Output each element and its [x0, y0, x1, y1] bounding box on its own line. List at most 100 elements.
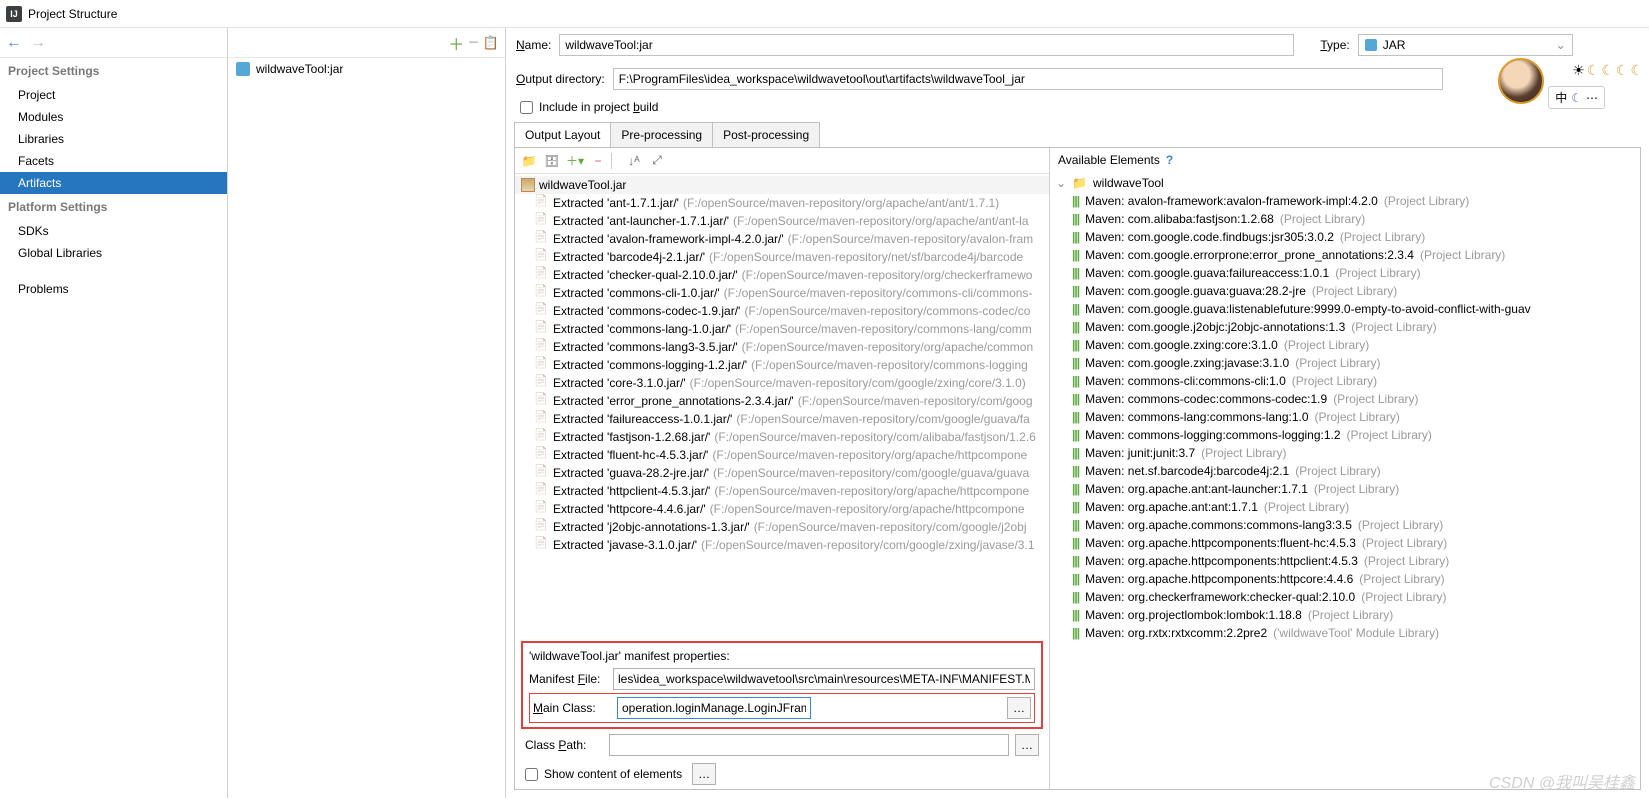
name-input[interactable] — [559, 34, 1294, 56]
available-tree-row[interactable]: Maven: org.apache.httpcomponents:httpcor… — [1050, 570, 1640, 588]
help-icon[interactable]: ? — [1166, 153, 1173, 167]
extracted-icon — [535, 232, 549, 246]
available-tree-row[interactable]: Maven: commons-codec:commons-codec:1.9 (… — [1050, 390, 1640, 408]
layout-item-path: (F:/openSource/maven-repository/org/apac… — [742, 340, 1033, 354]
available-tree-row[interactable]: Maven: com.google.errorprone:error_prone… — [1050, 246, 1640, 264]
moon-icon: ☾ — [1616, 62, 1629, 79]
outdir-input[interactable] — [613, 68, 1443, 90]
sidebar-item-sdks[interactable]: SDKs — [0, 220, 227, 242]
output-layout-tree[interactable]: wildwaveTool.jar Extracted 'ant-1.7.1.ja… — [515, 174, 1049, 639]
sidebar-item-global-libraries[interactable]: Global Libraries — [0, 242, 227, 264]
remove-icon[interactable]: − — [588, 151, 608, 171]
available-tree-row[interactable]: Maven: junit:junit:3.7 (Project Library) — [1050, 444, 1640, 462]
available-tree-row[interactable]: Maven: com.google.zxing:core:3.1.0 (Proj… — [1050, 336, 1640, 354]
sidebar-item-project[interactable]: Project — [0, 84, 227, 106]
layout-tree-row[interactable]: Extracted 'commons-codec-1.9.jar/' (F:/o… — [515, 302, 1049, 320]
nav-forward-icon[interactable]: → — [30, 34, 46, 52]
layout-item-name: Extracted 'commons-logging-1.2.jar/' — [553, 358, 747, 372]
main-class-input[interactable] — [617, 697, 811, 719]
sidebar-item-modules[interactable]: Modules — [0, 106, 227, 128]
library-icon — [1072, 410, 1079, 424]
manifest-file-input[interactable] — [613, 668, 1035, 690]
available-tree-row[interactable]: Maven: org.apache.ant:ant:1.7.1 (Project… — [1050, 498, 1640, 516]
layout-tree-row[interactable]: Extracted 'core-3.1.0.jar/' (F:/openSour… — [515, 374, 1049, 392]
available-tree-row[interactable]: Maven: org.apache.httpcomponents:httpcli… — [1050, 552, 1640, 570]
layout-tree-row[interactable]: Extracted 'avalon-framework-impl-4.2.0.j… — [515, 230, 1049, 248]
copy-artifact-icon[interactable]: 📋 — [483, 35, 499, 51]
tab-pre-processing[interactable]: Pre-processing — [610, 122, 713, 147]
available-item-name: Maven: com.google.code.findbugs:jsr305:3… — [1085, 230, 1334, 244]
classpath-input[interactable] — [609, 734, 1009, 756]
available-tree-row[interactable]: Maven: commons-lang:commons-lang:1.0 (Pr… — [1050, 408, 1640, 426]
available-elements-tree[interactable]: ⌄ wildwaveTool Maven: avalon-framework:a… — [1050, 172, 1640, 789]
available-tree-row[interactable]: Maven: com.google.guava:guava:28.2-jre (… — [1050, 282, 1640, 300]
layout-tree-row[interactable]: Extracted 'error_prone_annotations-2.3.4… — [515, 392, 1049, 410]
layout-tree-row[interactable]: Extracted 'httpcore-4.4.6.jar/' (F:/open… — [515, 500, 1049, 518]
ime-indicator[interactable]: 中 ☾ ⋯ — [1548, 86, 1605, 109]
layout-tree-row[interactable]: Extracted 'javase-3.1.0.jar/' (F:/openSo… — [515, 536, 1049, 554]
available-tree-row[interactable]: Maven: com.google.guava:listenablefuture… — [1050, 300, 1640, 318]
available-tree-row[interactable]: Maven: com.alibaba:fastjson:1.2.68 (Proj… — [1050, 210, 1640, 228]
available-tree-row[interactable]: Maven: org.apache.ant:ant-launcher:1.7.1… — [1050, 480, 1640, 498]
layout-tree-row[interactable]: Extracted 'commons-lang-1.0.jar/' (F:/op… — [515, 320, 1049, 338]
expand-icon[interactable]: ⤢ — [647, 151, 667, 171]
available-item-scope: (Project Library) — [1280, 212, 1365, 226]
layout-tree-row[interactable]: Extracted 'fluent-hc-4.5.3.jar/' (F:/ope… — [515, 446, 1049, 464]
available-tree-row[interactable]: Maven: commons-cli:commons-cli:1.0 (Proj… — [1050, 372, 1640, 390]
sidebar-item-artifacts[interactable]: Artifacts — [0, 172, 227, 194]
library-icon — [1072, 608, 1079, 622]
layout-item-name: Extracted 'barcode4j-2.1.jar/' — [553, 250, 705, 264]
layout-tree-row[interactable]: Extracted 'guava-28.2-jre.jar/' (F:/open… — [515, 464, 1049, 482]
sidebar-item-libraries[interactable]: Libraries — [0, 128, 227, 150]
show-content-checkbox[interactable] — [525, 768, 538, 781]
available-tree-row[interactable]: Maven: org.projectlombok:lombok:1.18.8 (… — [1050, 606, 1640, 624]
layout-tree-row[interactable]: Extracted 'failureaccess-1.0.1.jar/' (F:… — [515, 410, 1049, 428]
available-tree-row[interactable]: Maven: org.apache.httpcomponents:fluent-… — [1050, 534, 1640, 552]
layout-root[interactable]: wildwaveTool.jar — [515, 176, 1049, 194]
layout-tree-row[interactable]: Extracted 'ant-launcher-1.7.1.jar/' (F:/… — [515, 212, 1049, 230]
nav-back-icon[interactable]: ← — [6, 34, 22, 52]
sidebar-item-problems[interactable]: Problems — [0, 278, 227, 300]
available-item-scope: (Project Library) — [1292, 374, 1377, 388]
available-tree-row[interactable]: Maven: com.google.guava:failureaccess:1.… — [1050, 264, 1640, 282]
available-item-name: Maven: avalon-framework:avalon-framework… — [1085, 194, 1378, 208]
layout-item-path: (F:/openSource/maven-repository/com/goog… — [754, 520, 1027, 534]
layout-tree-row[interactable]: Extracted 'fastjson-1.2.68.jar/' (F:/ope… — [515, 428, 1049, 446]
layout-tree-row[interactable]: Extracted 'httpclient-4.5.3.jar/' (F:/op… — [515, 482, 1049, 500]
show-content-browse-button[interactable]: … — [692, 763, 716, 785]
sort-icon[interactable]: ↓ᴬ — [624, 151, 644, 171]
type-select[interactable]: JAR ⌄ — [1358, 34, 1573, 56]
add-copy-icon[interactable]: ＋▾ — [565, 151, 585, 171]
remove-artifact-icon[interactable]: − — [468, 32, 479, 53]
tab-post-processing[interactable]: Post-processing — [712, 122, 820, 147]
artifact-tree-item[interactable]: wildwaveTool:jar — [228, 58, 505, 80]
layout-item-path: (F:/openSource/maven-repository/com/goog — [798, 394, 1033, 408]
available-tree-row[interactable]: Maven: org.checkerframework:checker-qual… — [1050, 588, 1640, 606]
new-archive-icon[interactable]: 🗄 — [542, 151, 562, 171]
main-class-browse-button[interactable]: … — [1007, 697, 1031, 719]
layout-tree-row[interactable]: Extracted 'barcode4j-2.1.jar/' (F:/openS… — [515, 248, 1049, 266]
layout-tree-row[interactable]: Extracted 'j2objc-annotations-1.3.jar/' … — [515, 518, 1049, 536]
available-tree-row[interactable]: Maven: org.rxtx:rxtxcomm:2.2pre2 ('wildw… — [1050, 624, 1640, 642]
layout-tree-row[interactable]: Extracted 'commons-cli-1.0.jar/' (F:/ope… — [515, 284, 1049, 302]
available-tree-row[interactable]: Maven: commons-logging:commons-logging:1… — [1050, 426, 1640, 444]
classpath-browse-button[interactable]: … — [1015, 734, 1039, 756]
available-tree-row[interactable]: Maven: net.sf.barcode4j:barcode4j:2.1 (P… — [1050, 462, 1640, 480]
layout-tree-row[interactable]: Extracted 'commons-lang3-3.5.jar/' (F:/o… — [515, 338, 1049, 356]
layout-tree-row[interactable]: Extracted 'checker-qual-2.10.0.jar/' (F:… — [515, 266, 1049, 284]
include-build-checkbox[interactable] — [520, 101, 533, 114]
available-tree-row[interactable]: Maven: com.google.code.findbugs:jsr305:3… — [1050, 228, 1640, 246]
layout-item-path: (F:/openSource/maven-repository/com/goog… — [713, 466, 1029, 480]
add-artifact-icon[interactable]: ＋ — [448, 31, 464, 55]
layout-tree-row[interactable]: Extracted 'commons-logging-1.2.jar/' (F:… — [515, 356, 1049, 374]
tab-output-layout[interactable]: Output Layout — [514, 122, 611, 147]
sidebar-item-facets[interactable]: Facets — [0, 150, 227, 172]
layout-tree-row[interactable]: Extracted 'ant-1.7.1.jar/' (F:/openSourc… — [515, 194, 1049, 212]
available-tree-row[interactable]: Maven: avalon-framework:avalon-framework… — [1050, 192, 1640, 210]
new-folder-icon[interactable]: 📁 — [519, 151, 539, 171]
available-tree-row[interactable]: Maven: com.google.j2objc:j2objc-annotati… — [1050, 318, 1640, 336]
available-root[interactable]: ⌄ wildwaveTool — [1050, 174, 1640, 192]
available-tree-row[interactable]: Maven: com.google.zxing:javase:3.1.0 (Pr… — [1050, 354, 1640, 372]
available-item-scope: (Project Library) — [1284, 338, 1369, 352]
available-tree-row[interactable]: Maven: org.apache.commons:commons-lang3:… — [1050, 516, 1640, 534]
